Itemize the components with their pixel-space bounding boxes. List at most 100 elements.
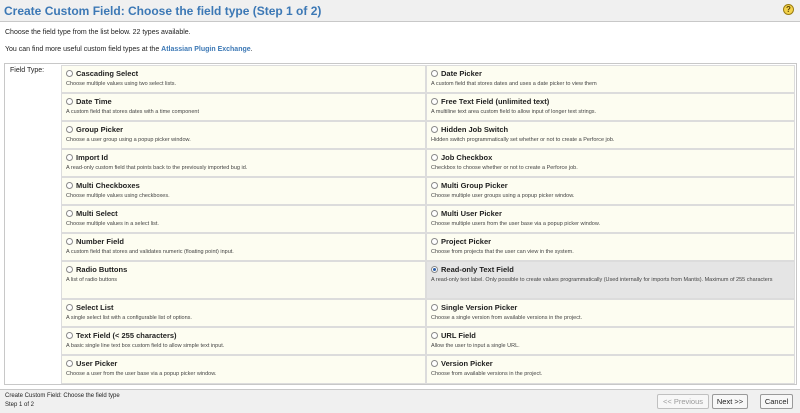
field-type-name[interactable]: User Picker xyxy=(76,359,117,368)
field-type-option[interactable]: Single Version Picker Choose a single ver… xyxy=(426,299,795,327)
field-type-radio[interactable] xyxy=(431,210,438,217)
field-type-option[interactable]: Project Picker Choose from projects that … xyxy=(426,233,795,261)
field-type-description: A custom field that stores dates with a … xyxy=(66,109,199,115)
field-type-description: Choose multiple values using checkboxes. xyxy=(66,193,170,199)
plugin-exchange-text: You can find more useful custom field ty… xyxy=(5,46,253,53)
field-type-option[interactable]: Job Checkbox Checkbox to choose whether o… xyxy=(426,149,795,177)
field-type-description: A list of radio buttons xyxy=(66,277,118,283)
field-type-description: A custom field that stores and validates… xyxy=(66,249,234,255)
field-type-name[interactable]: Cascading Select xyxy=(76,69,138,78)
field-type-name[interactable]: Date Picker xyxy=(441,69,482,78)
field-type-radio[interactable] xyxy=(66,182,73,189)
page-title: Create Custom Field: Choose the field ty… xyxy=(4,4,322,18)
field-type-description: Choose multiple values in a select list. xyxy=(66,221,159,227)
field-type-option[interactable]: Hidden Job Switch Hidden switch programma… xyxy=(426,121,795,149)
field-type-description: A custom field that stores dates and use… xyxy=(431,81,597,87)
field-type-description: Choose from projects that the user can v… xyxy=(431,249,574,255)
field-type-radio[interactable] xyxy=(66,332,73,339)
previous-button[interactable]: << Previous xyxy=(657,394,709,409)
field-type-name[interactable]: Read-only Text Field xyxy=(441,265,514,274)
field-type-name[interactable]: Multi Select xyxy=(76,209,118,218)
field-type-description: A multiline text area custom field to al… xyxy=(431,109,597,115)
field-type-name[interactable]: Group Picker xyxy=(76,125,123,134)
field-type-description: A read-only custom field that points bac… xyxy=(66,165,248,171)
field-type-description: Choose from available versions in the pr… xyxy=(431,371,543,377)
field-type-radio[interactable] xyxy=(66,238,73,245)
field-type-option[interactable]: Multi Select Choose multiple values in a … xyxy=(61,205,426,233)
field-type-description: A single select list with a configurable… xyxy=(66,315,192,321)
field-type-name[interactable]: Multi Group Picker xyxy=(441,181,508,190)
field-type-option[interactable]: Multi Checkboxes Choose multiple values u… xyxy=(61,177,426,205)
field-type-radio[interactable] xyxy=(431,98,438,105)
field-type-option[interactable]: User Picker Choose a user from the user b… xyxy=(61,355,426,384)
field-type-name[interactable]: Import Id xyxy=(76,153,108,162)
field-type-option[interactable]: Read-only Text Field A read-only text lab… xyxy=(426,261,795,299)
field-type-radio[interactable] xyxy=(66,98,73,105)
field-type-panel: Field Type: Cascading Select Choose multi… xyxy=(4,63,797,385)
field-type-description: Choose a user from the user base via a p… xyxy=(66,371,217,377)
field-type-radio[interactable] xyxy=(431,266,438,273)
field-type-option[interactable]: Multi User Picker Choose multiple users f… xyxy=(426,205,795,233)
help-icon[interactable]: ? xyxy=(783,4,794,15)
field-type-option[interactable]: Date Picker A custom field that stores da… xyxy=(426,65,795,93)
footer-breadcrumb: Create Custom Field: Choose the field ty… xyxy=(5,393,120,399)
field-type-name[interactable]: Multi Checkboxes xyxy=(76,181,140,190)
field-type-description: Choose multiple users from the user base… xyxy=(431,221,601,227)
field-type-label: Field Type: xyxy=(10,67,45,74)
field-type-option[interactable]: Import Id A read-only custom field that p… xyxy=(61,149,426,177)
field-type-name[interactable]: Radio Buttons xyxy=(76,265,127,274)
field-type-radio[interactable] xyxy=(431,154,438,161)
intro-text: Choose the field type from the list belo… xyxy=(5,29,191,36)
cancel-button[interactable]: Cancel xyxy=(760,394,793,409)
field-type-name[interactable]: Project Picker xyxy=(441,237,491,246)
field-type-option[interactable]: Group Picker Choose a user group using a … xyxy=(61,121,426,149)
field-type-option[interactable]: Cascading Select Choose multiple values u… xyxy=(61,65,426,93)
field-type-name[interactable]: Free Text Field (unlimited text) xyxy=(441,97,549,106)
field-type-name[interactable]: Job Checkbox xyxy=(441,153,492,162)
field-type-radio[interactable] xyxy=(66,154,73,161)
plugin-exchange-prefix: You can find more useful custom field ty… xyxy=(5,46,162,53)
field-type-radio[interactable] xyxy=(431,304,438,311)
field-type-name[interactable]: Version Picker xyxy=(441,359,493,368)
field-type-name[interactable]: URL Field xyxy=(441,331,476,340)
field-type-radio[interactable] xyxy=(431,238,438,245)
field-type-radio[interactable] xyxy=(431,126,438,133)
field-type-description: Choose multiple values using two select … xyxy=(66,81,177,87)
field-type-option[interactable]: Select List A single select list with a c… xyxy=(61,299,426,327)
field-type-option[interactable]: Version Picker Choose from available vers… xyxy=(426,355,795,384)
field-type-option[interactable]: Date Time A custom field that stores date… xyxy=(61,93,426,121)
field-type-option[interactable]: URL Field Allow the user to input a singl… xyxy=(426,327,795,355)
field-type-description: A basic single line text box custom fiel… xyxy=(66,343,225,349)
field-type-radio[interactable] xyxy=(66,360,73,367)
footer-step: Step 1 of 2 xyxy=(5,402,35,408)
plugin-exchange-suffix: . xyxy=(250,46,253,53)
field-type-radio[interactable] xyxy=(431,70,438,77)
field-type-option[interactable]: Number Field A custom field that stores a… xyxy=(61,233,426,261)
next-button[interactable]: Next >> xyxy=(712,394,748,409)
field-type-radio[interactable] xyxy=(66,210,73,217)
field-type-name[interactable]: Select List xyxy=(76,303,114,312)
field-type-name[interactable]: Single Version Picker xyxy=(441,303,517,312)
field-type-description: Choose a single version from available v… xyxy=(431,315,583,321)
field-type-radio[interactable] xyxy=(66,70,73,77)
field-type-name[interactable]: Multi User Picker xyxy=(441,209,502,218)
field-type-radio[interactable] xyxy=(431,332,438,339)
footer-bar: Create Custom Field: Choose the field ty… xyxy=(0,389,800,413)
field-type-name[interactable]: Number Field xyxy=(76,237,124,246)
field-type-option[interactable]: Multi Group Picker Choose multiple user g… xyxy=(426,177,795,205)
field-type-option[interactable]: Free Text Field (unlimited text) A multil… xyxy=(426,93,795,121)
field-type-radio[interactable] xyxy=(431,182,438,189)
field-type-option[interactable]: Radio Buttons A list of radio buttons xyxy=(61,261,426,299)
field-type-name[interactable]: Text Field (< 255 characters) xyxy=(76,331,177,340)
field-type-radio[interactable] xyxy=(431,360,438,367)
field-type-name[interactable]: Hidden Job Switch xyxy=(441,125,508,134)
field-type-radio[interactable] xyxy=(66,126,73,133)
field-type-description: Hidden switch programmatically set wheth… xyxy=(431,137,615,143)
field-type-option[interactable]: Text Field (< 255 characters) A basic sin… xyxy=(61,327,426,355)
plugin-exchange-link[interactable]: Atlassian Plugin Exchange xyxy=(161,46,250,53)
field-type-radio[interactable] xyxy=(66,304,73,311)
field-type-radio[interactable] xyxy=(66,266,73,273)
field-type-description: Choose a user group using a popup picker… xyxy=(66,137,191,143)
field-type-name[interactable]: Date Time xyxy=(76,97,112,106)
field-type-description: A read-only text label. Only possible to… xyxy=(431,277,773,283)
